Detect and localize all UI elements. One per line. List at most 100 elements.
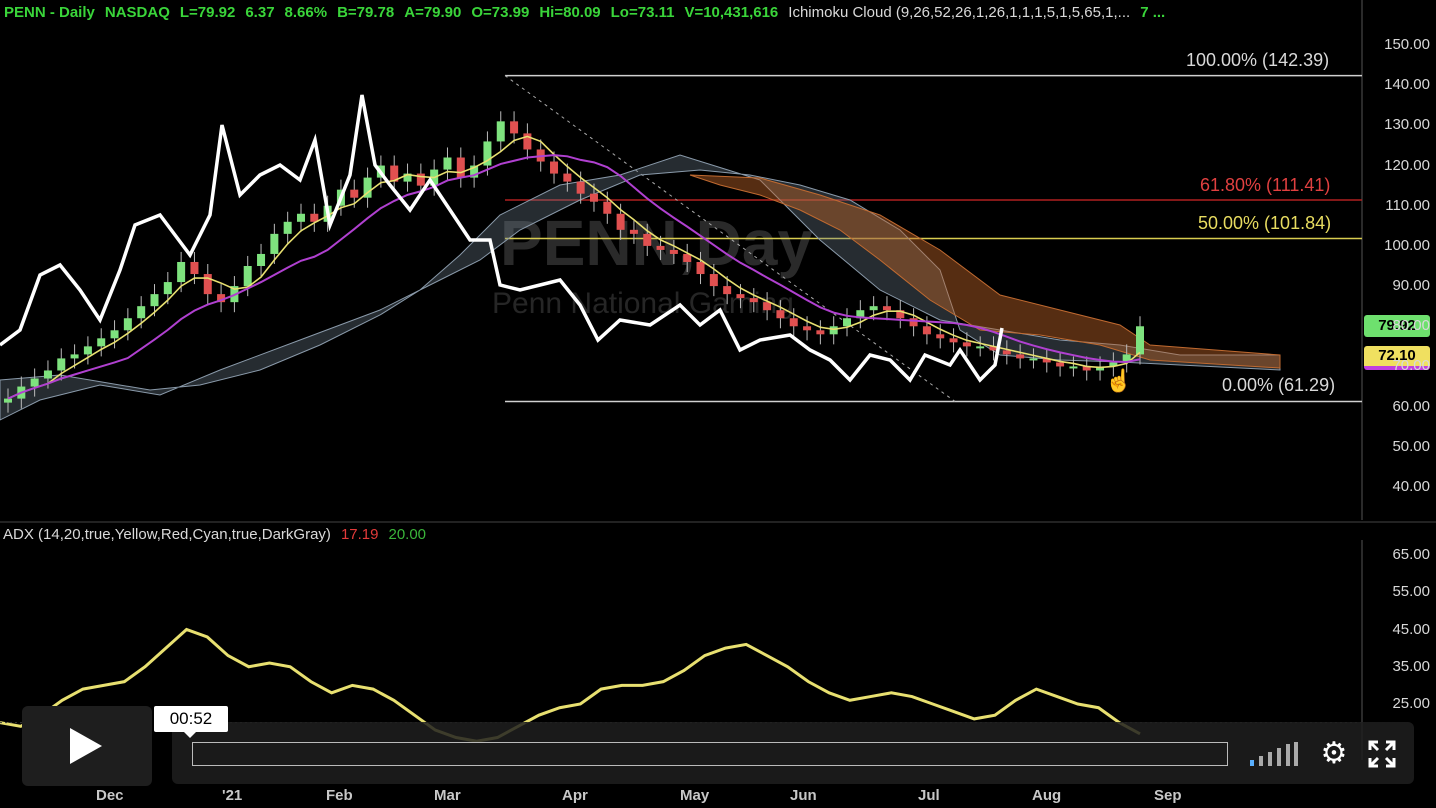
candle xyxy=(603,201,612,214)
ask-value: A=79.90 xyxy=(404,4,462,21)
price-tick-label: 100.00 xyxy=(1384,236,1430,254)
candle xyxy=(456,157,465,178)
candle xyxy=(909,318,918,327)
candle xyxy=(270,233,279,254)
time-tick-label: Mar xyxy=(434,787,461,804)
progress-track[interactable] xyxy=(192,742,1228,766)
candle xyxy=(882,306,891,311)
watermark-title: PENN,Day xyxy=(500,207,813,279)
candle xyxy=(70,354,79,359)
time-tooltip: 00:52 xyxy=(154,706,228,738)
candle xyxy=(163,282,172,295)
adx-tick-label: 25.00 xyxy=(1392,695,1430,712)
play-button[interactable] xyxy=(22,706,152,786)
indicator-label: Ichimoku Cloud (9,26,52,26,1,26,1,1,1,5,… xyxy=(788,4,1131,21)
candle xyxy=(283,221,292,234)
candle xyxy=(1136,326,1144,355)
candle xyxy=(177,261,186,283)
candle xyxy=(576,181,585,194)
candle xyxy=(296,213,305,222)
price-tick-label: 40.00 xyxy=(1392,478,1430,495)
time-tick-label: Sep xyxy=(1154,787,1182,804)
header-overflow[interactable]: 7 ... xyxy=(1140,4,1165,21)
price-tick-label: 130.00 xyxy=(1384,116,1430,134)
candle xyxy=(816,330,825,335)
candle xyxy=(203,274,212,295)
candle xyxy=(629,229,638,234)
adx-tick-label: 55.00 xyxy=(1392,583,1430,601)
adx-value-red: 17.19 xyxy=(340,526,379,543)
candle xyxy=(510,121,519,134)
candle xyxy=(30,378,39,387)
fib-0-label: 0.00% (61.29) xyxy=(1222,375,1336,395)
candle xyxy=(616,213,625,230)
high-value: Hi=80.09 xyxy=(539,4,601,21)
volume-value: V=10,431,616 xyxy=(684,4,779,21)
candle xyxy=(763,302,772,311)
price-tick-label: 50.00 xyxy=(1392,437,1430,455)
candle xyxy=(4,398,12,403)
adx-label: ADX (14,20,true,Yellow,Red,Cyan,true,Dar… xyxy=(3,526,331,543)
settings-gear-icon[interactable]: ⚙ xyxy=(1318,738,1350,770)
bid-value: B=79.78 xyxy=(337,4,395,21)
candle xyxy=(137,306,146,319)
time-tick-label: Jun xyxy=(790,787,817,804)
candle xyxy=(243,266,252,287)
candle xyxy=(57,358,66,371)
candle xyxy=(829,326,838,335)
open-value: O=73.99 xyxy=(471,4,530,21)
time-tick-label: May xyxy=(680,787,710,804)
adx-value-green: 20.00 xyxy=(388,526,427,543)
candle xyxy=(123,318,132,331)
candle xyxy=(709,274,718,287)
candle xyxy=(1069,366,1078,369)
adx-tick-label: 45.00 xyxy=(1392,620,1430,638)
volume-icon[interactable] xyxy=(1250,742,1298,766)
candle xyxy=(696,261,705,275)
symbol-label: PENN - Daily xyxy=(4,4,95,21)
candle xyxy=(350,189,359,198)
candle xyxy=(1029,358,1038,361)
candle xyxy=(803,326,812,331)
fib-50-label: 50.00% (101.84) xyxy=(1198,213,1332,233)
candle xyxy=(643,233,652,246)
candle xyxy=(922,326,931,335)
candle xyxy=(776,310,785,319)
candle xyxy=(43,370,52,379)
change-value: 6.37 xyxy=(245,4,275,21)
candle xyxy=(589,193,598,202)
adx-tick-label: 35.00 xyxy=(1392,657,1430,675)
chart-canvas[interactable]: PENN,DayPenn National Gaming☝ xyxy=(0,0,1436,808)
time-tick-label: Aug xyxy=(1032,787,1062,804)
time-tick-label: Apr xyxy=(562,787,588,804)
adx-tick-label: 65.00 xyxy=(1392,546,1430,563)
time-tick-label: '21 xyxy=(222,787,243,804)
candle xyxy=(110,330,119,339)
candle xyxy=(976,346,985,349)
time-tick-label: Dec xyxy=(96,787,124,804)
candle xyxy=(1002,350,1011,355)
candle xyxy=(669,249,678,254)
exchange-label: NASDAQ xyxy=(104,4,170,21)
fullscreen-icon[interactable] xyxy=(1366,738,1398,770)
candle xyxy=(550,161,559,174)
price-tick-label: 80.00 xyxy=(1392,317,1430,335)
time-tick-label: Jul xyxy=(918,787,940,804)
candle xyxy=(496,121,505,142)
chart-header: PENN - Daily NASDAQ L=79.92 6.37 8.66% B=79.7… xyxy=(4,4,1175,21)
last-price: L=79.92 xyxy=(179,4,236,21)
candle xyxy=(843,318,852,327)
candle xyxy=(962,342,971,347)
fib-618-label: 61.80% (111.41) xyxy=(1200,175,1331,195)
candle xyxy=(1016,354,1025,359)
change-pct: 8.66% xyxy=(284,4,328,21)
candle xyxy=(736,294,745,299)
candle xyxy=(257,253,266,266)
candle xyxy=(869,306,878,311)
price-tick-label: 60.00 xyxy=(1392,397,1430,415)
time-tick-label: Feb xyxy=(326,787,353,804)
candle xyxy=(789,318,798,327)
price-tick-label: 120.00 xyxy=(1384,156,1430,174)
candle xyxy=(150,294,159,307)
candle xyxy=(83,346,92,355)
